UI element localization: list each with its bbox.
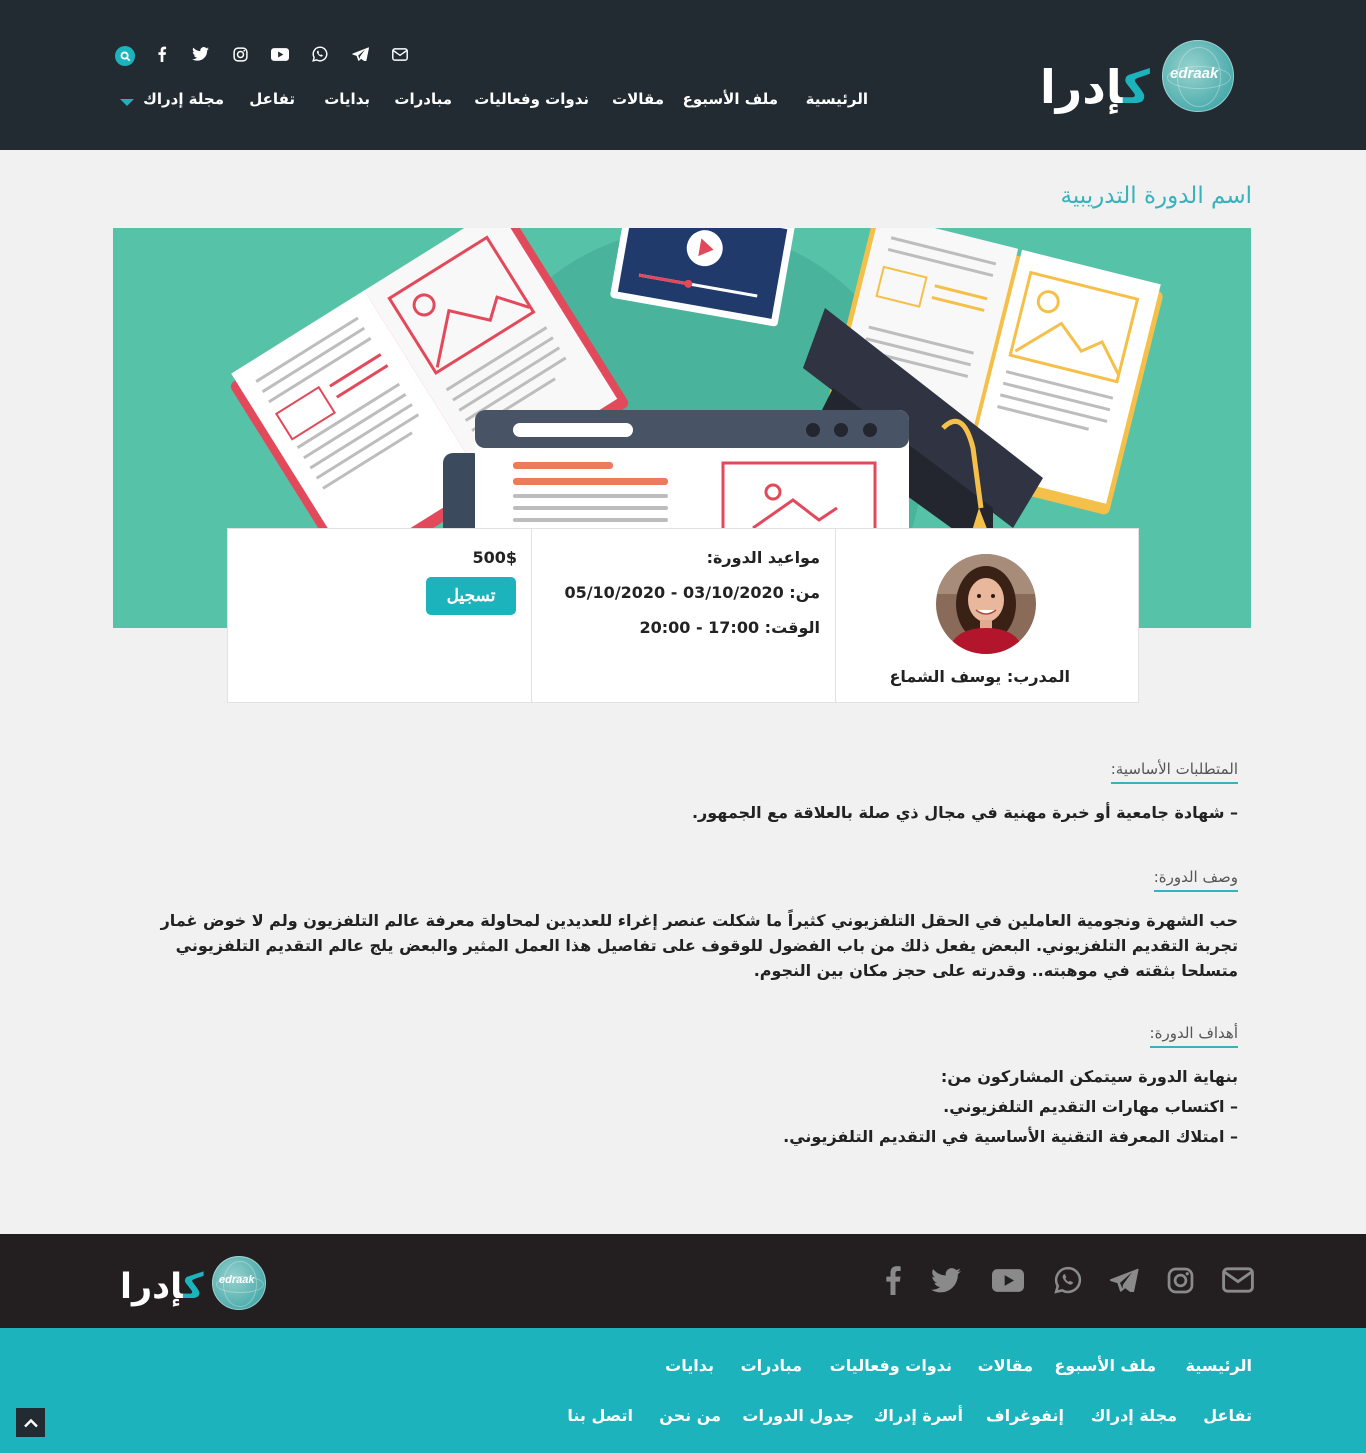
trainer-name: المدرب: يوسف الشماع (889, 667, 1070, 686)
dates-panel: مواعيد الدورة: من: 03/10/2020 - 05/10/20… (531, 529, 835, 702)
brand-latin: edraak (219, 1274, 255, 1286)
youtube-icon[interactable] (992, 1264, 1024, 1296)
trainer-avatar (936, 554, 1036, 654)
footer-nav-seminars[interactable]: ندوات وفعاليات (830, 1356, 952, 1375)
footer-nav-infographic[interactable]: إنفوغراف (986, 1406, 1064, 1425)
page-title: اسم الدورة التدريبية (1060, 183, 1252, 209)
description-text: حب الشهرة ونجومية العاملين في الحقل التل… (160, 911, 1238, 980)
trainer-panel: المدرب: يوسف الشماع (835, 529, 1138, 702)
footer-nav-about[interactable]: من نحن (659, 1406, 721, 1425)
footer-nav-magazine[interactable]: مجلة إدراك (1091, 1406, 1177, 1425)
footer-nav-articles[interactable]: مقالات (978, 1356, 1033, 1375)
nav-seminars[interactable]: ندوات وفعاليات (474, 90, 589, 108)
nav-interaction[interactable]: تفاعل (249, 90, 295, 108)
goals-item: – اكتساب مهارات التقديم التلفزيوني. (943, 1097, 1238, 1116)
twitter-icon[interactable] (930, 1264, 962, 1296)
description-heading: وصف الدورة: (1153, 868, 1238, 892)
goals-heading: أهداف الدورة: (1149, 1024, 1238, 1048)
instagram-icon[interactable] (228, 42, 252, 66)
scroll-to-top-button[interactable] (16, 1408, 45, 1437)
brand-latin: edraak (1170, 65, 1219, 82)
nav-articles[interactable]: مقالات (612, 90, 664, 108)
requirements-heading: المتطلبات الأساسية: (1110, 760, 1238, 784)
brand-arabic: كإدرا (120, 1267, 204, 1307)
goals-intro: بنهاية الدورة سيتمكن المشاركون من: (940, 1067, 1238, 1086)
youtube-icon[interactable] (268, 42, 292, 66)
telegram-icon[interactable] (1108, 1264, 1140, 1296)
nav-home[interactable]: الرئيسية (806, 90, 868, 108)
footer-nav-interaction[interactable]: تفاعل (1203, 1406, 1252, 1425)
nav-beginnings[interactable]: بدايات (324, 90, 370, 108)
facebook-icon[interactable] (877, 1264, 909, 1296)
email-icon[interactable] (1222, 1264, 1254, 1296)
whatsapp-icon[interactable] (1052, 1264, 1084, 1296)
goals-item: – امتلاك المعرفة التقنية الأساسية في الت… (783, 1127, 1238, 1146)
footer-social-bar: edraak كإدرا (0, 1234, 1366, 1328)
site-header: edraak كإدرا الرئيسية ملف الأسبوع مقالات… (0, 0, 1366, 150)
telegram-icon[interactable] (348, 42, 372, 66)
requirements-item: – شهادة جامعية أو خبرة مهنية في مجال ذي … (691, 803, 1238, 822)
dates-time: الوقت: 17:00 - 20:00 (639, 618, 820, 637)
search-icon (115, 46, 135, 66)
dates-label: مواعيد الدورة: (706, 548, 820, 567)
header-social-links (108, 42, 418, 66)
price-panel: 500$ تسجيل (228, 529, 531, 702)
course-price: 500$ (472, 548, 517, 567)
twitter-icon[interactable] (188, 42, 212, 66)
search-button[interactable] (110, 42, 135, 66)
course-info-card: المدرب: يوسف الشماع مواعيد الدورة: من: 0… (227, 528, 1139, 703)
chevron-down-icon[interactable] (120, 99, 134, 106)
nav-initiatives[interactable]: مبادرات (394, 90, 452, 108)
nav-week-file[interactable]: ملف الأسبوع (683, 90, 778, 108)
footer-nav-family[interactable]: أسرة إدراك (874, 1406, 963, 1425)
footer-nav-week-file[interactable]: ملف الأسبوع (1054, 1356, 1156, 1375)
email-icon[interactable] (388, 42, 412, 66)
dates-range: من: 03/10/2020 - 05/10/2020 (564, 583, 820, 602)
footer-nav-initiatives[interactable]: مبادرات (741, 1356, 802, 1375)
nav-magazine[interactable]: مجلة إدراك (143, 90, 224, 108)
instagram-icon[interactable] (1164, 1264, 1196, 1296)
footer-nav-schedule[interactable]: جدول الدورات (742, 1406, 854, 1425)
whatsapp-icon[interactable] (308, 42, 332, 66)
footer-nav-home[interactable]: الرئيسية (1186, 1356, 1253, 1375)
footer-logo[interactable]: edraak كإدرا (118, 1252, 273, 1314)
footer-nav-beginnings[interactable]: بدايات (665, 1356, 714, 1375)
register-button[interactable]: تسجيل (426, 577, 516, 615)
footer-nav: الرئيسية ملف الأسبوع مقالات ندوات وفعالي… (0, 1328, 1366, 1453)
chevron-up-icon (23, 1418, 38, 1427)
footer-nav-contact[interactable]: اتصل بنا (567, 1406, 633, 1425)
facebook-icon[interactable] (150, 42, 174, 66)
